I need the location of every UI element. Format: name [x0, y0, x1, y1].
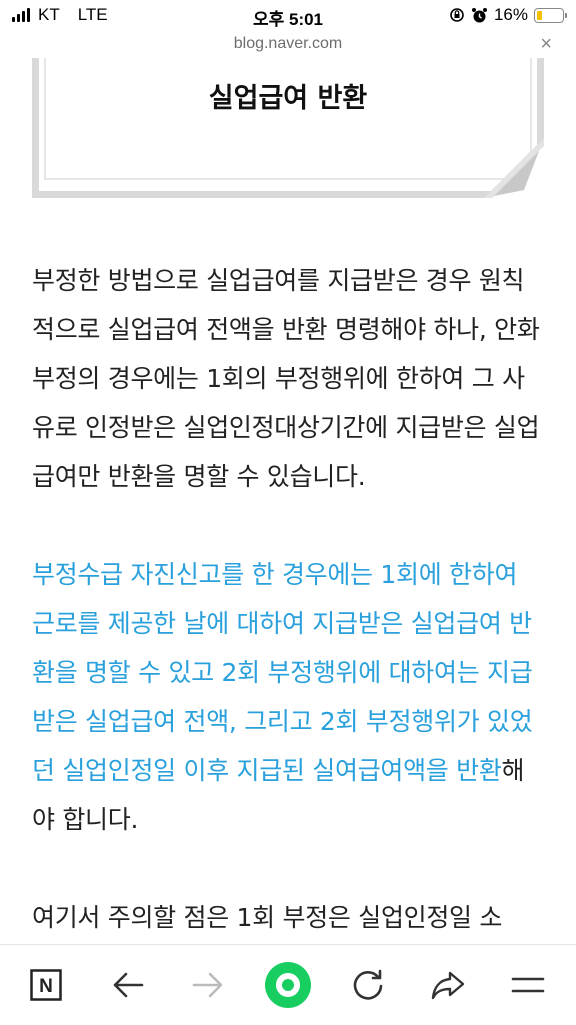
- green-circle-icon[interactable]: [264, 961, 312, 1009]
- refresh-icon[interactable]: [348, 965, 388, 1005]
- paragraph-1: 부정한 방법으로 실업급여를 지급받은 경우 원칙적으로 실업급여 전액을 반환…: [32, 266, 540, 491]
- forward-arrow-icon[interactable]: [188, 965, 228, 1005]
- alarm-icon: [471, 7, 487, 22]
- article-body: 부정한 방법으로 실업급여를 지급받은 경우 원칙적으로 실업급여 전액을 반환…: [32, 256, 544, 991]
- back-arrow-icon[interactable]: [108, 965, 148, 1005]
- close-icon[interactable]: ×: [540, 30, 552, 58]
- url-text[interactable]: blog.naver.com: [234, 35, 343, 52]
- page-curl-icon: [484, 138, 544, 198]
- share-icon[interactable]: [428, 965, 468, 1005]
- status-bar: KT LTE 오후 5:01 16%: [0, 0, 576, 30]
- orientation-lock-icon: [450, 8, 464, 22]
- section-heading-card: 실업급여 반환: [32, 58, 544, 198]
- paragraph-3: 여기서 주의할 점은 1회 부정은 실업인정일 소: [32, 903, 503, 932]
- status-right: 16%: [449, 5, 567, 25]
- battery-percent: 16%: [493, 5, 528, 24]
- paragraph-2: 부정수급 자진신고를 한 경우에는 1회에 한하여 근로를 제공한 날에 대하여…: [32, 550, 544, 844]
- paragraph-2-highlight: 부정수급 자진신고를 한 경우에는 1회에 한하여 근로를 제공한 날에 대하여…: [32, 560, 533, 785]
- address-bar[interactable]: blog.naver.com ×: [0, 30, 576, 58]
- naver-label: N: [39, 976, 53, 997]
- bottom-toolbar: N: [0, 944, 576, 1025]
- naver-home-icon[interactable]: N: [26, 965, 66, 1005]
- section-title: 실업급여 반환: [208, 83, 368, 114]
- menu-icon[interactable]: [508, 965, 548, 1005]
- battery-icon: [534, 7, 567, 23]
